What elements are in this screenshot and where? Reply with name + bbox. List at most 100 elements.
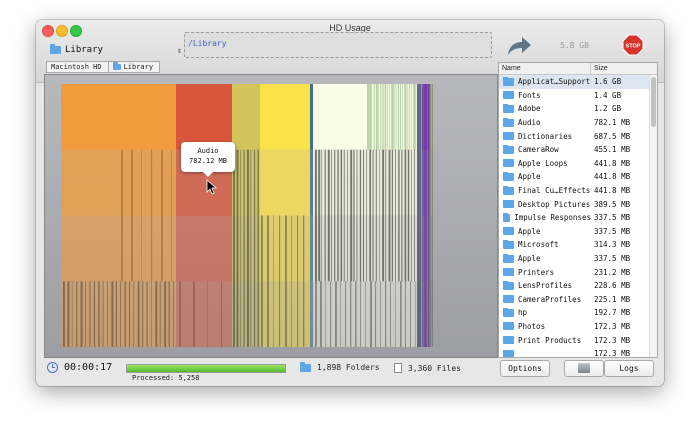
list-item-label: LensProfiles — [518, 281, 573, 291]
treemap-cell[interactable] — [232, 84, 260, 150]
treemap-stripe — [315, 149, 317, 282]
list-item[interactable]: Impulse Responses 337.5 MB — [499, 211, 657, 225]
options-button[interactable]: Options — [500, 360, 550, 377]
list-item[interactable]: Applicat…Support 1.6 GB — [499, 75, 657, 89]
treemap-stripe — [315, 281, 317, 347]
treemap-cell[interactable] — [176, 215, 232, 282]
treemap[interactable] — [61, 84, 433, 347]
treemap-stripe — [359, 149, 362, 282]
treemap-stripe — [380, 281, 381, 347]
list-item-name: Desktop Pictures — [499, 199, 591, 209]
treemap-stripe — [413, 84, 416, 150]
treemap-stripe — [415, 281, 416, 347]
treemap-cell[interactable] — [310, 149, 313, 216]
treemap-stripe — [395, 149, 396, 282]
column-header-name[interactable]: Name — [499, 63, 591, 74]
treemap-stripe — [233, 149, 235, 347]
treemap-stripe — [131, 149, 133, 282]
list-item-label: Print Products — [518, 335, 582, 345]
treemap-stripe — [355, 281, 357, 347]
treemap-cell[interactable] — [232, 281, 260, 347]
treemap-cell[interactable] — [310, 281, 313, 347]
treemap-cell[interactable] — [176, 84, 232, 150]
treemap-cell[interactable] — [260, 149, 310, 216]
folder-icon — [503, 226, 514, 236]
pointer-cursor-icon — [206, 179, 218, 195]
file-list-scrollbar[interactable] — [649, 75, 657, 357]
breadcrumb-library[interactable]: Library — [108, 61, 161, 73]
stop-sign-icon[interactable]: STOP — [622, 34, 644, 56]
list-item-name: hp — [499, 308, 591, 317]
treemap-stripe — [427, 84, 429, 347]
treemap-cell[interactable] — [61, 149, 176, 216]
scroll-thumb[interactable] — [651, 77, 656, 127]
treemap-stripe — [401, 149, 403, 282]
path-field[interactable]: /Library — [184, 32, 492, 58]
treemap-stripe — [173, 281, 174, 347]
treemap-cell[interactable] — [310, 84, 313, 150]
treemap-stripe — [133, 281, 135, 347]
treemap-cell[interactable] — [61, 215, 176, 282]
treemap-stripe — [303, 215, 305, 347]
treemap-stripe — [379, 149, 380, 282]
logs-button[interactable]: Logs — [604, 360, 654, 377]
treemap-stripe — [151, 281, 152, 347]
treemap-stripe — [363, 149, 364, 282]
list-item-name: Impulse Responses — [499, 213, 591, 222]
treemap-cell[interactable] — [260, 84, 310, 150]
treemap-cell[interactable] — [61, 281, 176, 347]
go-arrow-icon[interactable] — [506, 35, 532, 57]
processed-count: Processed: 5,258 — [132, 374, 200, 382]
treemap-cell[interactable] — [232, 149, 260, 216]
treemap-stripe — [261, 215, 263, 347]
treemap-stripe — [415, 84, 417, 150]
list-item[interactable]: Apple 337.5 MB — [499, 225, 657, 239]
list-item[interactable]: Apple 441.8 MB — [499, 170, 657, 184]
file-list-rows: Applicat…Support 1.6 GB Fonts 1.4 GB Adobe 1.… — [499, 75, 657, 357]
drive-button[interactable] — [564, 360, 604, 377]
list-item[interactable]: Print Products 172.3 MB — [499, 333, 657, 347]
list-item[interactable]: Photos 172.3 MB — [499, 320, 657, 334]
treemap-stripe — [411, 84, 412, 150]
list-item[interactable]: Apple Loops 441.8 MB — [499, 157, 657, 171]
treemap-stripe — [159, 281, 161, 347]
folder-icon — [503, 254, 514, 263]
status-bar: 00:00:17 Processed: 5,258 1,898 Folders … — [36, 356, 664, 386]
list-item[interactable]: Microsoft 314.3 MB — [499, 238, 657, 252]
file-icon — [394, 363, 402, 373]
list-item[interactable]: hp 192.7 MB — [499, 306, 657, 320]
list-item-label: Desktop Pictures — [518, 199, 591, 209]
list-item[interactable]: CameraProfiles 225.1 MB — [499, 293, 657, 307]
list-item-name: Adobe — [499, 104, 591, 113]
list-item[interactable]: Apple 337.5 MB — [499, 252, 657, 266]
list-item[interactable]: Dictionaries 687.5 MB — [499, 129, 657, 143]
treemap-stripe — [257, 149, 259, 347]
treemap-cell[interactable] — [313, 84, 417, 150]
list-item[interactable]: Final Cu…Effects 441.8 MB — [499, 184, 657, 198]
list-item[interactable]: Printers 231.2 MB — [499, 265, 657, 279]
list-item-name: Dictionaries — [499, 131, 591, 141]
treemap-stripe — [375, 84, 378, 150]
list-item[interactable]: Adobe 1.2 GB — [499, 102, 657, 116]
treemap-stripe — [411, 149, 412, 282]
folder-icon — [503, 158, 514, 168]
list-item[interactable]: Audio 782.1 MB — [499, 116, 657, 130]
breadcrumb-label: Macintosh HD — [51, 63, 102, 71]
column-header-size[interactable]: Size — [591, 63, 608, 74]
treemap-cell[interactable] — [61, 84, 176, 150]
location-popup[interactable]: Library ⇕ — [50, 42, 182, 58]
treemap-cell[interactable] — [176, 281, 232, 347]
list-item[interactable]: Fonts 1.4 GB — [499, 89, 657, 103]
list-item-name: Print Products — [499, 335, 591, 345]
treemap-cell[interactable] — [310, 215, 313, 282]
treemap-cell[interactable] — [232, 215, 260, 282]
list-item[interactable]: Desktop Pictures 389.5 MB — [499, 197, 657, 211]
treemap-stripe — [161, 149, 163, 282]
list-item[interactable]: LensProfiles 228.6 MB — [499, 279, 657, 293]
list-item[interactable]: CameraRow 455.1 MB — [499, 143, 657, 157]
treemap-stripe — [350, 149, 353, 282]
list-item-name: LensProfiles — [499, 281, 591, 290]
breadcrumb-macintosh-hd[interactable]: Macintosh HD — [46, 61, 109, 73]
treemap-stripe — [168, 281, 170, 347]
treemap-stripe — [366, 149, 367, 282]
